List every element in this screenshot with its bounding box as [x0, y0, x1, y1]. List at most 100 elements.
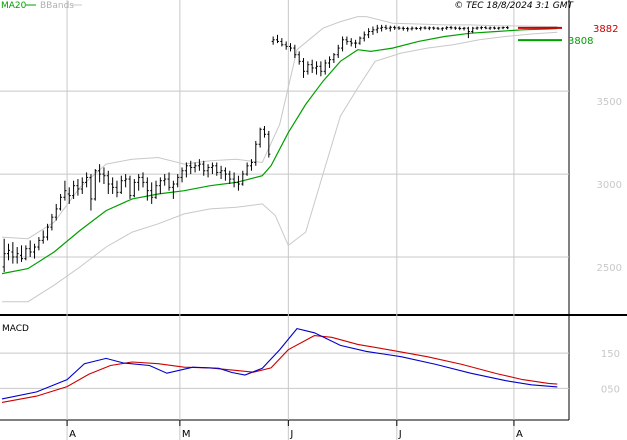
price-bar [401, 26, 405, 31]
price-bar [267, 130, 271, 158]
x-tick-label: M [182, 429, 191, 440]
y-tick-label: 3000 [597, 180, 622, 191]
last-price-label: 3882 [593, 24, 618, 35]
price-bar [406, 26, 410, 32]
price-bar [163, 174, 167, 186]
price-bar [219, 165, 223, 180]
price-bar [423, 26, 427, 30]
price-bar [328, 56, 332, 68]
price-bar [180, 167, 184, 183]
price-bar [332, 53, 336, 63]
x-tick-label: J [398, 429, 402, 440]
legend-ma20: MA20 [1, 1, 27, 11]
price-bar [184, 162, 188, 178]
price-bar [206, 164, 210, 178]
price-bar [284, 41, 288, 50]
price-bar [98, 164, 102, 183]
price-bar [115, 180, 119, 198]
price-bar [393, 25, 397, 30]
price-bar [310, 59, 314, 73]
price-bar [440, 27, 444, 31]
price-bar [275, 34, 279, 44]
price-bar [414, 26, 418, 30]
price-bar [24, 245, 28, 261]
ma20-line [1, 27, 558, 275]
ma20-line [1, 27, 558, 275]
price-bar [458, 26, 462, 31]
price-bar [202, 160, 206, 176]
macd-lines [1, 327, 558, 403]
price-bar [167, 172, 171, 191]
price-bar [145, 177, 149, 201]
price-bar [449, 25, 453, 30]
price-bar [345, 36, 349, 45]
chart-stage: 3882 3808 2500 3000 3500 050 150 A M J J A MA20 B… [0, 0, 627, 440]
price-bar [306, 61, 310, 75]
price-bar [427, 26, 431, 31]
price-bar [410, 26, 414, 31]
price-bar [497, 26, 501, 30]
price-bar [271, 36, 275, 45]
macd-signal-line [1, 335, 558, 403]
price-bar [319, 61, 323, 77]
price-bar [501, 26, 505, 30]
price-bar [89, 174, 93, 211]
price-bar [453, 26, 457, 30]
price-bar [280, 38, 284, 47]
price-bar [2, 238, 6, 272]
price-bar [46, 223, 50, 241]
price-bar [354, 39, 358, 49]
price-bar [349, 38, 353, 47]
y-tick-label: 3500 [597, 97, 622, 108]
price-bar [76, 179, 80, 196]
x-tick-labels: AMJJA [66, 420, 523, 440]
price-bar [232, 172, 236, 188]
price-bar [445, 26, 449, 30]
price-bar [11, 242, 15, 264]
price-bar [262, 126, 266, 138]
price-bar [111, 177, 115, 194]
price-bar [59, 193, 63, 211]
price-bar [323, 59, 327, 75]
price-bar [380, 24, 384, 32]
price-bar [20, 245, 24, 262]
price-bar [193, 162, 197, 173]
price-bar [141, 172, 145, 188]
legend-bbands: BBands [40, 1, 74, 11]
y-tick-labels: 2500 3000 3500 050 150 [597, 97, 622, 395]
price-bar [466, 26, 470, 39]
price-bar [7, 243, 11, 261]
price-bar [41, 230, 45, 244]
price-bar [154, 180, 158, 199]
price-bar [28, 240, 32, 257]
price-bar [479, 26, 483, 30]
price-bar [176, 174, 180, 188]
price-bar [492, 26, 496, 30]
price-bars [2, 24, 509, 272]
price-bar [436, 26, 440, 30]
price-bar [358, 36, 362, 45]
price-bar [119, 175, 123, 194]
macd-tick-label: 150 [601, 349, 620, 360]
price-bar [258, 127, 262, 148]
price-bar [171, 180, 175, 199]
price-bar [150, 182, 154, 204]
price-bar [367, 28, 371, 39]
price-bar [475, 26, 479, 30]
x-tick-label: A [516, 429, 523, 440]
price-bar [67, 187, 71, 204]
last-value-markers: 38823808 [518, 24, 618, 47]
last-ma-label: 3808 [568, 36, 593, 47]
price-bar [297, 51, 301, 65]
price-bar [462, 26, 466, 31]
macd-panel-title: MACD [2, 324, 29, 334]
x-tick-label: A [69, 429, 76, 440]
bollinger-bands [1, 16, 558, 303]
price-bar [341, 36, 345, 52]
price-bar [432, 26, 436, 30]
price-bar [124, 174, 128, 188]
macd-tick-label: 050 [601, 384, 620, 395]
price-bar [488, 26, 492, 30]
price-bar [302, 58, 306, 78]
price-bar [371, 26, 375, 35]
